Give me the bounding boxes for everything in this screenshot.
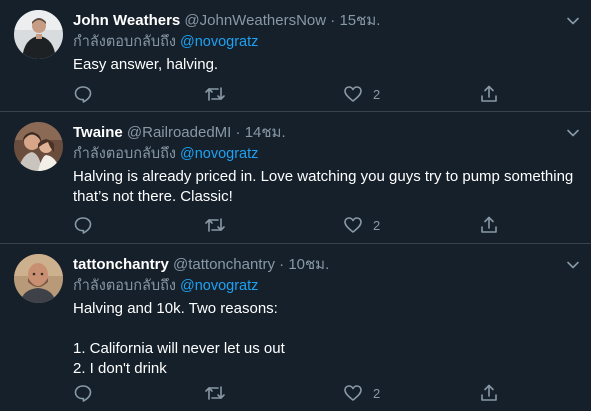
tweet-actions: 2 <box>73 83 503 105</box>
replying-to: กำลังตอบกลับถึง @novogratz <box>73 144 575 164</box>
chevron-down-icon[interactable] <box>565 257 581 273</box>
retweet-button[interactable] <box>204 214 226 236</box>
heart-icon <box>343 84 363 104</box>
reply-button[interactable] <box>73 382 93 404</box>
share-icon <box>479 84 499 104</box>
reply-icon <box>73 84 93 104</box>
mention-link[interactable]: @novogratz <box>180 146 258 162</box>
tweet-2[interactable]: Twaine @RailroadedMI · 14ชม. กำลังตอบกลั… <box>0 112 591 244</box>
reply-button[interactable] <box>73 83 93 105</box>
replying-to-label: กำลังตอบกลับถึง <box>73 34 176 50</box>
retweet-icon <box>204 383 226 403</box>
avatar-tattonchantry[interactable] <box>14 254 63 303</box>
author-handle[interactable]: @JohnWeathersNow <box>184 12 326 29</box>
author-name[interactable]: tattonchantry <box>73 256 169 273</box>
tweet-text: Halving is already priced in. Love watch… <box>73 168 578 205</box>
separator-dot: · <box>330 12 336 29</box>
like-button[interactable]: 2 <box>343 83 380 105</box>
like-button[interactable]: 2 <box>343 382 380 404</box>
reply-button[interactable] <box>73 214 93 236</box>
retweet-button[interactable] <box>204 382 226 404</box>
separator-dot: · <box>279 256 285 273</box>
share-button[interactable] <box>479 214 499 236</box>
retweet-icon <box>204 215 226 235</box>
reply-timeline: John Weathers @JohnWeathersNow · 15ชม. ก… <box>0 0 591 411</box>
tweet-1[interactable]: John Weathers @JohnWeathersNow · 15ชม. ก… <box>0 0 591 112</box>
like-button[interactable]: 2 <box>343 214 380 236</box>
like-count: 2 <box>373 86 381 102</box>
author-name[interactable]: John Weathers <box>73 12 180 29</box>
tweet-3[interactable]: tattonchantry @tattonchantry · 10ชม. กำล… <box>0 244 591 411</box>
heart-icon <box>343 383 363 403</box>
heart-icon <box>343 215 363 235</box>
author-name[interactable]: Twaine <box>73 124 123 141</box>
chevron-down-icon[interactable] <box>565 125 581 141</box>
separator-dot: · <box>235 124 241 141</box>
share-button[interactable] <box>479 83 499 105</box>
tweet-timestamp[interactable]: 10ชม. <box>288 256 329 273</box>
author-handle[interactable]: @tattonchantry <box>173 256 275 273</box>
mention-link[interactable]: @novogratz <box>180 34 258 50</box>
author-handle[interactable]: @RailroadedMI <box>127 124 231 141</box>
share-icon <box>479 383 499 403</box>
tweet-actions: 2 <box>73 214 503 236</box>
like-count: 2 <box>373 217 381 233</box>
replying-to-label: กำลังตอบกลับถึง <box>73 278 176 294</box>
like-count: 2 <box>373 385 381 401</box>
reply-icon <box>73 215 93 235</box>
retweet-button[interactable] <box>204 83 226 105</box>
retweet-icon <box>204 84 226 104</box>
mention-link[interactable]: @novogratz <box>180 278 258 294</box>
replying-to-label: กำลังตอบกลับถึง <box>73 146 176 162</box>
share-icon <box>479 215 499 235</box>
tweet-actions: 2 <box>73 382 503 404</box>
reply-icon <box>73 383 93 403</box>
avatar-twaine[interactable] <box>14 122 63 171</box>
tweet-timestamp[interactable]: 14ชม. <box>245 124 286 141</box>
tweet-text: Easy answer, halving. <box>73 56 219 73</box>
chevron-down-icon[interactable] <box>565 13 581 29</box>
tweet-text: Halving and 10k. Two reasons: 1. Califor… <box>73 300 285 377</box>
tweet-timestamp[interactable]: 15ชม. <box>339 12 380 29</box>
share-button[interactable] <box>479 382 499 404</box>
replying-to: กำลังตอบกลับถึง @novogratz <box>73 276 575 296</box>
avatar-john-weathers[interactable] <box>14 10 63 59</box>
replying-to: กำลังตอบกลับถึง @novogratz <box>73 32 575 52</box>
